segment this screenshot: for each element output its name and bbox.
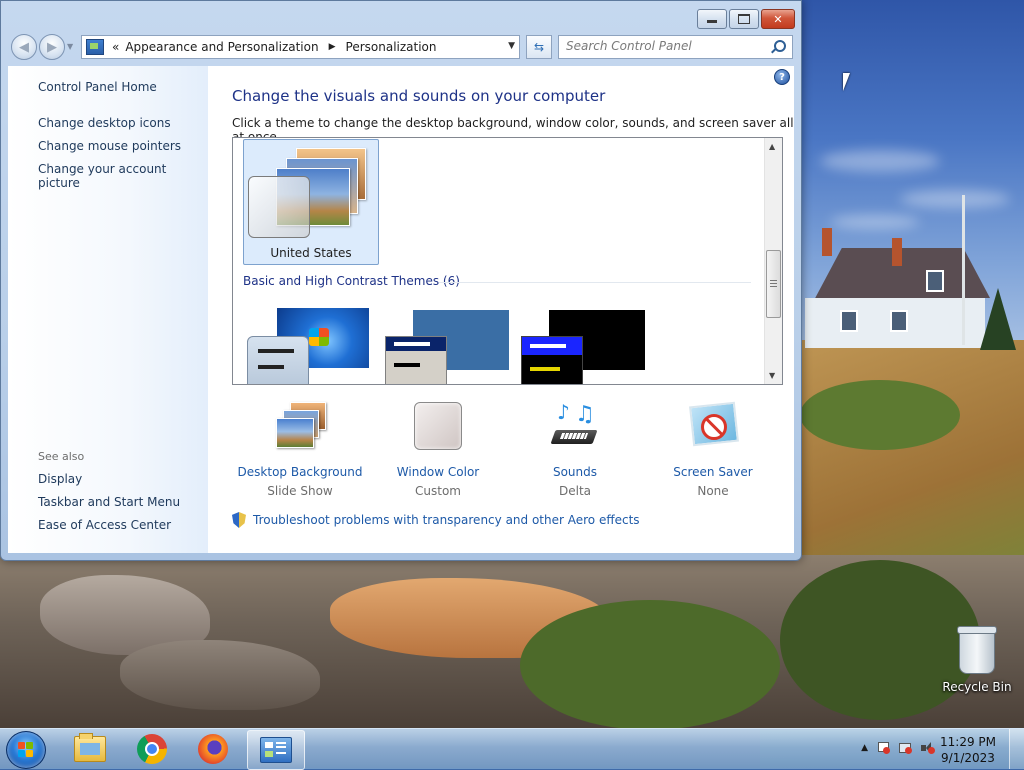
help-icon: ?: [779, 71, 785, 83]
close-button[interactable]: ✕: [761, 9, 795, 29]
recent-pages-dropdown[interactable]: ▼: [67, 42, 73, 51]
control-panel-icon: [86, 39, 104, 55]
change-desktop-icons-link[interactable]: Change desktop icons: [38, 116, 171, 130]
taskbar-firefox[interactable]: [185, 730, 241, 768]
back-button[interactable]: ◀: [11, 34, 37, 60]
ease-of-access-link[interactable]: Ease of Access Center: [38, 518, 171, 532]
theme-united-states[interactable]: United States: [243, 139, 379, 265]
see-also-label: See also: [38, 450, 85, 463]
navigation-bar: ◀ ▶ ▼ « Appearance and Personalization ▶…: [9, 34, 793, 60]
theme-windows-classic[interactable]: [383, 310, 511, 384]
page-title: Change the visuals and sounds on your co…: [232, 87, 606, 105]
theme-high-contrast[interactable]: [521, 310, 649, 384]
back-arrow-icon: ◀: [19, 39, 29, 55]
taskbar: ▲ 11:29 PM 9/1/2023: [0, 728, 1024, 770]
desktop-background-tile[interactable]: Desktop Background Slide Show: [235, 402, 365, 498]
theme-window-color-swatch: [248, 176, 310, 238]
address-bar[interactable]: « Appearance and Personalization ▶ Perso…: [81, 35, 520, 59]
personalization-window: ✕ ◀ ▶ ▼ « Appearance and Personalization…: [0, 0, 802, 561]
address-dropdown-icon[interactable]: ▼: [508, 41, 515, 51]
minimize-icon: [707, 20, 717, 23]
scroll-down-icon[interactable]: ▼: [769, 371, 775, 380]
maximize-button[interactable]: [729, 9, 759, 29]
windows-logo-icon: [309, 328, 329, 346]
maximize-icon: [738, 14, 750, 24]
screen-saver-title[interactable]: Screen Saver: [648, 465, 778, 479]
theme-list[interactable]: United States Basic and High Contrast Th…: [232, 137, 783, 385]
window-controls: ✕: [697, 9, 795, 29]
screen-saver-value: None: [697, 484, 729, 498]
action-center-flag-icon[interactable]: [876, 741, 890, 755]
troubleshoot-aero-label[interactable]: Troubleshoot problems with transparency …: [253, 513, 640, 527]
system-clock[interactable]: 11:29 PM 9/1/2023: [932, 734, 1004, 766]
theme-group-title: Basic and High Contrast Themes (6): [243, 274, 460, 288]
taskbar-file-explorer[interactable]: [62, 730, 118, 768]
window-color-title[interactable]: Window Color: [373, 465, 503, 479]
scrollbar-thumb[interactable]: [766, 250, 781, 318]
taskbar-start-menu-link[interactable]: Taskbar and Start Menu: [38, 495, 180, 509]
change-mouse-pointers-link[interactable]: Change mouse pointers: [38, 139, 181, 153]
mouse-cursor-icon: [843, 73, 857, 91]
control-panel-home-link[interactable]: Control Panel Home: [38, 80, 157, 94]
recycle-bin-label: Recycle Bin: [942, 680, 1012, 694]
screen-saver-tile[interactable]: Screen Saver None: [648, 401, 778, 498]
network-icon[interactable]: [898, 741, 912, 755]
music-notes-icon: ♪ ♫: [550, 400, 599, 450]
show-desktop-button[interactable]: [1009, 729, 1024, 769]
search-box[interactable]: [558, 35, 793, 59]
help-button[interactable]: ?: [774, 69, 790, 85]
window-color-tile[interactable]: Window Color Custom: [373, 402, 503, 498]
display-link[interactable]: Display: [38, 472, 82, 486]
forward-arrow-icon: ▶: [47, 39, 57, 55]
recycle-bin-icon: [957, 626, 997, 674]
recycle-bin[interactable]: Recycle Bin: [940, 626, 1014, 694]
clock-date: 9/1/2023: [941, 751, 995, 765]
chrome-icon: [137, 734, 167, 764]
screen-saver-icon: [689, 401, 739, 450]
task-pane: Control Panel Home Change desktop icons …: [8, 66, 208, 553]
desktop-background-title[interactable]: Desktop Background: [235, 465, 365, 479]
change-account-picture-link[interactable]: Change your account picture: [38, 162, 208, 190]
breadcrumb-separator-icon[interactable]: ▶: [329, 42, 336, 52]
scroll-up-icon[interactable]: ▲: [769, 142, 775, 151]
content-area: Control Panel Home Change desktop icons …: [8, 66, 794, 553]
theme-windows-7-basic[interactable]: [247, 308, 371, 384]
theme-list-scrollbar[interactable]: ▲ ▼: [764, 138, 782, 384]
theme-name: United States: [270, 246, 352, 260]
photos-icon: [276, 402, 326, 450]
refresh-icon: ⇆: [533, 40, 545, 54]
firefox-icon: [198, 734, 228, 764]
window-color-icon: [414, 402, 462, 450]
start-button[interactable]: [6, 731, 46, 769]
minimize-button[interactable]: [697, 9, 727, 29]
window-color-value: Custom: [415, 484, 461, 498]
sounds-tile[interactable]: ♪ ♫ Sounds Delta: [510, 400, 640, 498]
close-icon: ✕: [773, 12, 783, 26]
control-panel-icon: [260, 737, 292, 763]
refresh-button[interactable]: ⇆: [526, 35, 552, 59]
clock-time: 11:29 PM: [940, 735, 996, 749]
taskbar-google-chrome[interactable]: [124, 730, 180, 768]
breadcrumb-personalization[interactable]: Personalization: [346, 40, 437, 54]
forward-button[interactable]: ▶: [39, 34, 65, 60]
troubleshoot-aero-link[interactable]: Troubleshoot problems with transparency …: [232, 512, 640, 528]
sounds-title[interactable]: Sounds: [510, 465, 640, 479]
search-icon[interactable]: [774, 40, 786, 52]
windows-start-icon: [18, 742, 34, 757]
folder-icon: [74, 733, 106, 762]
breadcrumb-appearance[interactable]: Appearance and Personalization: [125, 40, 318, 54]
notification-area: ▲: [861, 741, 935, 755]
breadcrumb-overflow[interactable]: «: [112, 40, 119, 54]
uac-shield-icon: [232, 512, 246, 528]
sounds-value: Delta: [558, 484, 591, 498]
search-input[interactable]: [559, 36, 771, 56]
desktop-background-value: Slide Show: [267, 484, 333, 498]
show-hidden-icons-icon[interactable]: ▲: [861, 743, 868, 753]
taskbar-control-panel[interactable]: [247, 730, 305, 770]
